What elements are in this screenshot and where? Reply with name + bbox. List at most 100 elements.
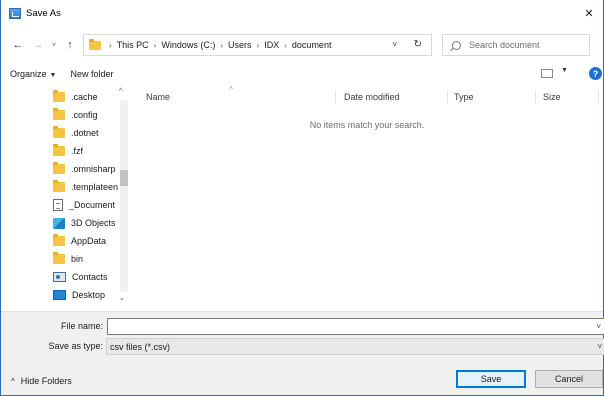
close-icon: ✕ — [584, 8, 594, 20]
folder-icon — [53, 90, 65, 102]
column-divider[interactable] — [335, 90, 336, 104]
navigation-pane: .cache .config .dotnet .fzf .omnisharp .… — [1, 86, 131, 306]
breadcrumb-document[interactable]: document — [292, 40, 332, 50]
nav-item-label: AppData — [71, 236, 107, 246]
nav-item-bin[interactable]: bin — [53, 250, 83, 268]
nav-item-label: .cache — [71, 92, 98, 102]
up-button[interactable]: ↑ — [63, 39, 77, 51]
nav-item-label: .templateengine — [71, 182, 118, 192]
3d-objects-icon — [53, 217, 65, 229]
nav-item-desktop[interactable]: Desktop — [53, 286, 105, 304]
save-button[interactable]: Save — [456, 370, 526, 388]
column-divider[interactable] — [598, 90, 599, 104]
command-bar: Organize ▼ New folder ▼ ? — [1, 64, 603, 84]
file-name-input[interactable] — [107, 318, 604, 335]
nav-item-label: .omnisharp — [71, 164, 116, 174]
save-options-panel: File name: ˅ Save as type: csv files (*.… — [1, 311, 604, 395]
folder-icon — [53, 144, 65, 156]
breadcrumb-idx[interactable]: IDX — [264, 40, 279, 50]
forward-button[interactable]: → — [31, 39, 45, 51]
address-row: ← → ˅ ↑ › This PC › Windows (C:) › Users… — [1, 28, 603, 62]
empty-folder-message: No items match your search. — [309, 120, 425, 130]
save-as-dialog: Save As ✕ ← → ˅ ↑ › This PC › Windows (C… — [0, 0, 604, 396]
save-as-type-value: csv files (*.csv) — [110, 341, 171, 352]
folder-icon — [53, 162, 65, 174]
column-header-type[interactable]: Type — [454, 90, 474, 104]
address-bar[interactable]: › This PC › Windows (C:) › Users › IDX ›… — [83, 34, 432, 56]
navigation-list: .cache .config .dotnet .fzf .omnisharp .… — [1, 86, 118, 306]
nav-item-document[interactable]: _Document — [53, 196, 115, 214]
nav-item-appdata[interactable]: AppData — [53, 232, 106, 250]
nav-item-label: .dotnet — [71, 128, 99, 138]
scrollbar-thumb[interactable] — [120, 170, 128, 186]
nav-item-label: .fzf — [71, 146, 84, 156]
nav-item-label: _Document — [69, 200, 116, 210]
breadcrumb-this-pc[interactable]: This PC — [117, 40, 149, 50]
folder-icon — [53, 234, 65, 246]
nav-item-label: bin — [71, 254, 84, 264]
refresh-icon[interactable]: ↻ — [414, 39, 422, 50]
search-icon — [452, 40, 461, 50]
column-header-date-modified[interactable]: Date modified — [344, 90, 400, 104]
view-dropdown-icon[interactable]: ▼ — [561, 67, 568, 74]
nav-item-fzf[interactable]: .fzf — [53, 142, 83, 160]
save-as-type-dropdown-icon: ˅ — [597, 342, 602, 351]
breadcrumb-separator: › — [109, 40, 112, 50]
column-header-size[interactable]: Size — [543, 90, 561, 104]
address-dropdown-icon[interactable]: ˅ — [392, 40, 397, 49]
folder-icon — [53, 180, 65, 192]
search-box — [442, 34, 590, 56]
desktop-icon — [53, 290, 66, 300]
nav-item-label: Desktop — [72, 290, 106, 300]
cancel-button[interactable]: Cancel — [535, 370, 603, 388]
scroll-up-arrow-icon[interactable]: ^ — [119, 88, 122, 95]
nav-item-3d-objects[interactable]: 3D Objects — [53, 214, 116, 232]
nav-item-cache[interactable]: .cache — [53, 88, 98, 106]
nav-item-label: 3D Objects — [71, 218, 116, 228]
organize-caret-icon: ▼ — [49, 72, 57, 79]
file-name-dropdown-icon[interactable]: ˅ — [596, 322, 601, 331]
breadcrumb-users[interactable]: Users — [228, 40, 252, 50]
recent-locations-button[interactable]: ˅ — [49, 42, 59, 49]
folder-icon — [89, 38, 101, 50]
nav-item-config[interactable]: .config — [53, 106, 98, 124]
column-header-name[interactable]: Name — [146, 90, 170, 104]
nav-item-contacts[interactable]: Contacts — [53, 268, 108, 286]
nav-item-omnisharp[interactable]: .omnisharp — [53, 160, 116, 178]
hide-folders-label: Hide Folders — [20, 376, 72, 386]
breadcrumb-separator[interactable]: › — [220, 41, 223, 50]
search-input[interactable] — [469, 40, 579, 50]
file-name-label: File name: — [60, 321, 103, 331]
column-divider[interactable] — [535, 90, 536, 104]
sort-ascending-icon: ^ — [229, 85, 233, 94]
column-divider[interactable] — [447, 90, 448, 104]
chevron-up-icon: ^ — [11, 376, 15, 386]
save-as-type-label: Save as type: — [48, 341, 103, 351]
nav-item-label: Contacts — [72, 272, 108, 282]
save-as-type-select[interactable]: csv files (*.csv) ˅ — [106, 338, 604, 355]
organize-button[interactable]: Organize ▼ — [10, 69, 56, 79]
scroll-down-arrow-icon[interactable]: ⌄ — [119, 294, 125, 302]
hide-folders-button[interactable]: ^ Hide Folders — [11, 376, 72, 386]
nav-item-label: .config — [71, 110, 98, 120]
document-icon — [53, 199, 63, 211]
folder-icon — [53, 126, 65, 138]
close-button[interactable]: ✕ — [575, 0, 603, 27]
contacts-icon — [53, 272, 66, 282]
nav-item-templateengine[interactable]: .templateengine — [53, 178, 118, 196]
new-folder-button[interactable]: New folder — [70, 69, 113, 79]
back-button[interactable]: ← — [11, 39, 25, 51]
breadcrumb-separator[interactable]: › — [284, 41, 287, 50]
help-icon[interactable]: ? — [589, 67, 602, 80]
view-options-icon[interactable] — [541, 69, 553, 78]
title-bar: Save As ✕ — [1, 0, 603, 27]
nav-item-dotnet[interactable]: .dotnet — [53, 124, 99, 142]
navigation-scrollbar[interactable] — [120, 100, 128, 292]
file-list: ^ Name Date modified Type Size No items … — [132, 85, 602, 306]
breadcrumb-separator[interactable]: › — [257, 41, 260, 50]
folder-icon — [53, 108, 65, 120]
save-dialog-icon — [9, 8, 21, 19]
window-title: Save As — [26, 8, 61, 19]
breadcrumb-separator[interactable]: › — [154, 41, 157, 50]
breadcrumb-windows-c[interactable]: Windows (C:) — [161, 40, 215, 50]
